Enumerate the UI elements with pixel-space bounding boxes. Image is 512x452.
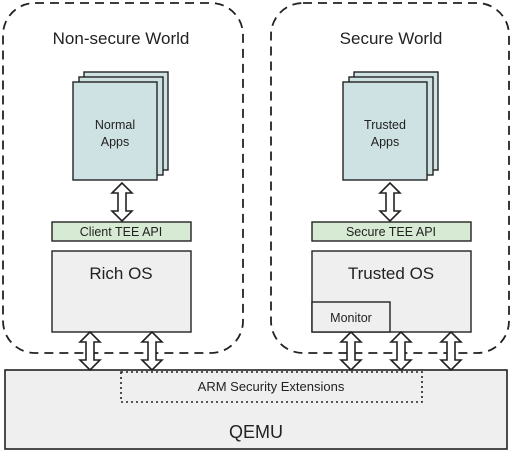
rich-os-label: Rich OS: [89, 264, 152, 283]
monitor-label: Monitor: [330, 311, 372, 325]
trusted-apps-to-secure-api-arrow: [379, 182, 401, 222]
trusted-apps-stack: Trusted Apps: [342, 71, 439, 181]
client-tee-api-label: Client TEE API: [80, 225, 162, 239]
tee-architecture-diagram: ARM Security Extensions QEMU Non-secure …: [2, 2, 510, 450]
secure-world-title: Secure World: [340, 29, 443, 48]
qemu-label: QEMU: [229, 422, 283, 442]
trusted-os-to-platform-arrow-center: [390, 331, 412, 371]
normal-apps-label-line2: Apps: [101, 135, 130, 149]
rich-os-to-platform-arrow-right: [141, 331, 163, 371]
nonsecure-world-title: Non-secure World: [53, 29, 190, 48]
trusted-apps-label-line1: Trusted: [364, 118, 406, 132]
monitor-to-platform-arrow: [340, 331, 362, 371]
secure-tee-api-label: Secure TEE API: [346, 225, 436, 239]
rich-os-to-platform-arrow-left: [79, 331, 101, 371]
trusted-apps-label-line2: Apps: [371, 135, 400, 149]
normal-apps-stack: Normal Apps: [72, 71, 169, 181]
trusted-os-to-platform-arrow-right: [440, 331, 462, 371]
trusted-os-label: Trusted OS: [348, 264, 434, 283]
normal-apps-to-client-api-arrow: [111, 182, 133, 222]
arm-security-extensions-label: ARM Security Extensions: [198, 379, 345, 394]
normal-apps-label-line1: Normal: [95, 118, 135, 132]
